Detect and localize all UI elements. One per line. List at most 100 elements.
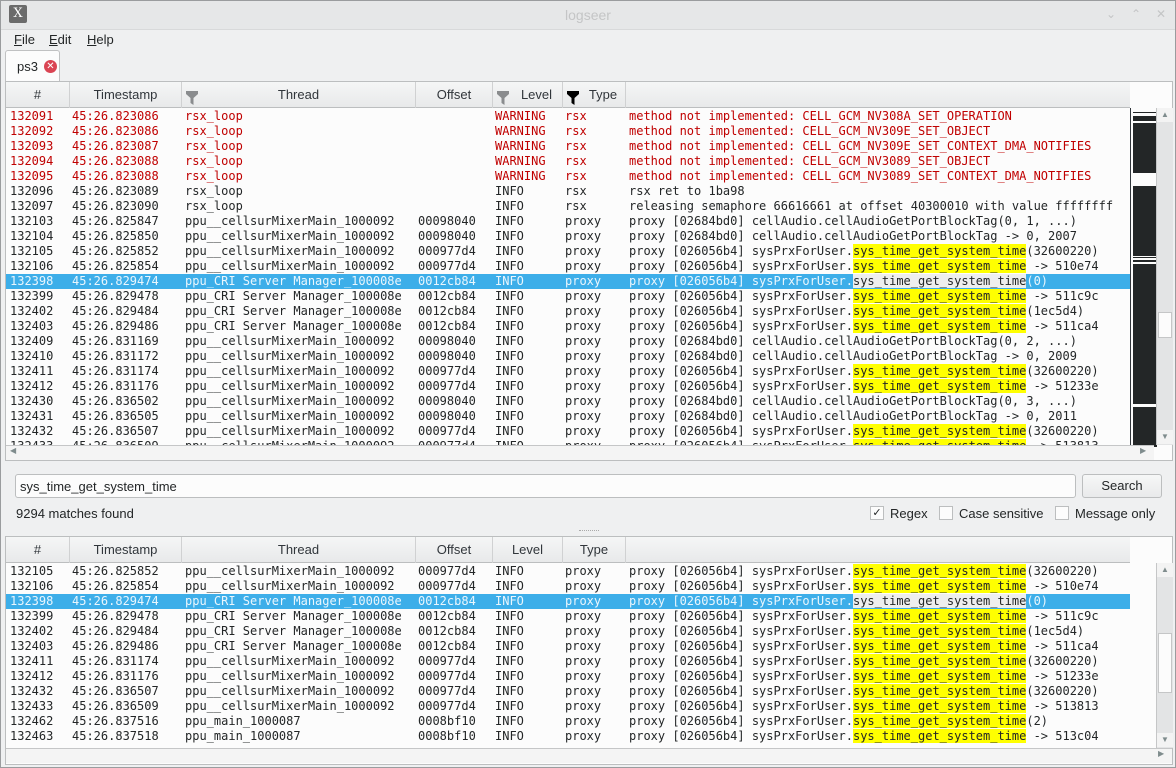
scroll-up-icon[interactable]: ▲	[1157, 563, 1173, 577]
scroll-right-icon[interactable]: ▶	[1158, 749, 1164, 758]
filter-icon[interactable]	[186, 88, 198, 105]
table-row[interactable]: 132431 45:26.836505 ppu__cellsurMixerMain_…	[6, 409, 1130, 424]
table-row[interactable]: 132430 45:26.836502 ppu__cellsurMixerMain_…	[6, 394, 1130, 409]
column-header-index[interactable]: #	[6, 537, 70, 563]
table-row[interactable]: 132399 45:26.829478 ppu_CRI Server Manager…	[6, 289, 1130, 304]
table-row[interactable]: 132412 45:26.831176 ppu__cellsurMixerMain_…	[6, 379, 1130, 394]
search-input[interactable]: sys_time_get_system_time	[15, 474, 1076, 498]
filter-icon[interactable]	[497, 88, 509, 105]
close-window-icon[interactable]: ✕	[1153, 7, 1169, 23]
table-row[interactable]: 132462 45:26.837516 ppu_main_1000087 0008bf…	[6, 714, 1130, 729]
scroll-down-icon[interactable]: ▼	[1157, 430, 1173, 444]
scroll-thumb[interactable]	[1158, 633, 1172, 693]
cell-offset: 00098040	[418, 229, 476, 243]
table-row[interactable]: 132410 45:26.831172 ppu__cellsurMixerMain_…	[6, 349, 1130, 364]
table-row[interactable]: 132403 45:26.829486 ppu_CRI Server Manager…	[6, 319, 1130, 334]
menu-file[interactable]: File	[14, 32, 35, 47]
cell-message: proxy [026056b4] sysPrxForUser.sys_time_…	[629, 259, 1099, 274]
table-row[interactable]: 132402 45:26.829484 ppu_CRI Server Manager…	[6, 624, 1130, 639]
column-header-thread[interactable]: Thread	[182, 82, 416, 108]
table-row[interactable]: 132095 45:26.823088 rsx_loop WARNING rsx meth…	[6, 169, 1130, 184]
table-row[interactable]: 132411 45:26.831174 ppu__cellsurMixerMain_…	[6, 654, 1130, 669]
column-header-level[interactable]: Level	[493, 537, 563, 563]
match-minimap[interactable]	[1130, 108, 1159, 447]
cell-level: INFO	[495, 609, 524, 623]
cell-offset: 0012cb84	[418, 304, 476, 318]
scroll-thumb[interactable]	[1158, 312, 1172, 338]
cell-timestamp: 45:26.825852	[72, 244, 159, 258]
search-button[interactable]: Search	[1082, 474, 1162, 498]
cell-level: WARNING	[495, 139, 546, 153]
cell-offset: 00098040	[418, 349, 476, 363]
log-vertical-scrollbar[interactable]: ▲ ▼	[1156, 108, 1173, 445]
log-table-body[interactable]: 132091 45:26.823086 rsx_loop WARNING rsx meth…	[6, 108, 1130, 445]
table-row[interactable]: 132103 45:26.825847 ppu__cellsurMixerMain_…	[6, 214, 1130, 229]
column-header-thread[interactable]: Thread	[182, 537, 416, 563]
table-row[interactable]: 132432 45:26.836507 ppu__cellsurMixerMain_…	[6, 424, 1130, 439]
close-tab-icon[interactable]: ✕	[44, 60, 57, 73]
table-row[interactable]: 132104 45:26.825850 ppu__cellsurMixerMain_…	[6, 229, 1130, 244]
message-text: proxy [026056b4] sysPrxForUser.	[629, 729, 853, 743]
cell-index: 132432	[10, 684, 54, 698]
table-row[interactable]: 132409 45:26.831169 ppu__cellsurMixerMain_…	[6, 334, 1130, 349]
message-text: (32600220)	[1026, 654, 1099, 668]
cell-index: 132410	[10, 349, 54, 363]
results-table-body[interactable]: 132105 45:26.825852 ppu__cellsurMixerMain_…	[6, 563, 1154, 748]
table-row[interactable]: 132105 45:26.825852 ppu__cellsurMixerMain_…	[6, 244, 1130, 259]
minimize-icon[interactable]: ⌄	[1103, 7, 1119, 23]
table-row[interactable]: 132398 45:26.829474 ppu_CRI Server Manager…	[6, 274, 1130, 289]
table-row[interactable]: 132403 45:26.829486 ppu_CRI Server Manager…	[6, 639, 1130, 654]
table-row[interactable]: 132399 45:26.829478 ppu_CRI Server Manager…	[6, 609, 1130, 624]
table-row[interactable]: 132398 45:26.829474 ppu_CRI Server Manager…	[6, 594, 1130, 609]
cell-level: INFO	[495, 654, 524, 668]
table-row[interactable]: 132091 45:26.823086 rsx_loop WARNING rsx meth…	[6, 109, 1130, 124]
menu-edit[interactable]: Edit	[49, 32, 71, 47]
table-row[interactable]: 132096 45:26.823089 rsx_loop INFO rsx rsx ret…	[6, 184, 1130, 199]
table-row[interactable]: 132093 45:26.823087 rsx_loop WARNING rsx meth…	[6, 139, 1130, 154]
column-header-type[interactable]: Type	[563, 537, 626, 563]
table-row[interactable]: 132106 45:26.825854 ppu__cellsurMixerMain_…	[6, 579, 1130, 594]
tab-ps3[interactable]: ps3 ✕	[5, 50, 60, 82]
table-row[interactable]: 132463 45:26.837518 ppu_main_1000087 0008bf…	[6, 729, 1130, 744]
table-row[interactable]: 132402 45:26.829484 ppu_CRI Server Manager…	[6, 304, 1130, 319]
table-row[interactable]: 132105 45:26.825852 ppu__cellsurMixerMain_…	[6, 564, 1130, 579]
table-row[interactable]: 132433 45:26.836509 ppu__cellsurMixerMain_…	[6, 699, 1130, 714]
column-header-index[interactable]: #	[6, 82, 70, 108]
message-text: proxy [026056b4] sysPrxForUser.	[629, 379, 853, 393]
splitter-handle[interactable]	[579, 530, 599, 532]
cell-timestamp: 45:26.823086	[72, 109, 159, 123]
cell-offset: 0012cb84	[418, 274, 476, 288]
scroll-right-icon[interactable]: ▶	[1140, 446, 1146, 455]
table-row[interactable]: 132092 45:26.823086 rsx_loop WARNING rsx meth…	[6, 124, 1130, 139]
cell-type: proxy	[565, 654, 602, 668]
filter-icon[interactable]	[567, 88, 579, 105]
column-header-offset[interactable]: Offset	[416, 537, 493, 563]
maximize-icon[interactable]: ⌃	[1128, 7, 1144, 23]
scroll-left-icon[interactable]: ◀	[10, 446, 16, 455]
column-header-timestamp[interactable]: Timestamp	[70, 537, 182, 563]
column-header-timestamp[interactable]: Timestamp	[70, 82, 182, 108]
table-row[interactable]: 132106 45:26.825854 ppu__cellsurMixerMain_…	[6, 259, 1130, 274]
results-vertical-scrollbar[interactable]: ▲ ▼	[1156, 563, 1173, 748]
scroll-down-icon[interactable]: ▼	[1157, 733, 1173, 747]
message-text: -> 511c9c	[1026, 609, 1099, 623]
table-row[interactable]: 132097 45:26.823090 rsx_loop INFO rsx releasi…	[6, 199, 1130, 214]
table-row[interactable]: 132432 45:26.836507 ppu__cellsurMixerMain_…	[6, 684, 1130, 699]
menu-help[interactable]: Help	[87, 32, 114, 47]
scroll-up-icon[interactable]: ▲	[1157, 108, 1173, 122]
cell-message: method not implemented: CELL_GCM_NV3089_…	[629, 169, 1091, 184]
cell-message: method not implemented: CELL_GCM_NV308A_…	[629, 109, 1012, 124]
cell-message: proxy [02684bd0] cellAudio.cellAudioGetP…	[629, 409, 1077, 424]
column-header-level[interactable]: Level	[493, 82, 563, 108]
log-horizontal-scrollbar[interactable]: ◀ ▶	[6, 445, 1154, 460]
table-row[interactable]: 132412 45:26.831176 ppu__cellsurMixerMain_…	[6, 669, 1130, 684]
column-header-offset[interactable]: Offset	[416, 82, 493, 108]
message-text: proxy [026056b4] sysPrxForUser.	[629, 624, 853, 638]
cell-message: proxy [02684bd0] cellAudio.cellAudioGetP…	[629, 394, 1077, 409]
results-horizontal-scrollbar[interactable]: ▶	[6, 748, 1172, 763]
message-text: -> 511ca4	[1026, 319, 1099, 333]
column-header-type[interactable]: Type	[563, 82, 626, 108]
table-row[interactable]: 132094 45:26.823088 rsx_loop WARNING rsx meth…	[6, 154, 1130, 169]
cell-type: proxy	[565, 699, 602, 713]
table-row[interactable]: 132411 45:26.831174 ppu__cellsurMixerMain_…	[6, 364, 1130, 379]
